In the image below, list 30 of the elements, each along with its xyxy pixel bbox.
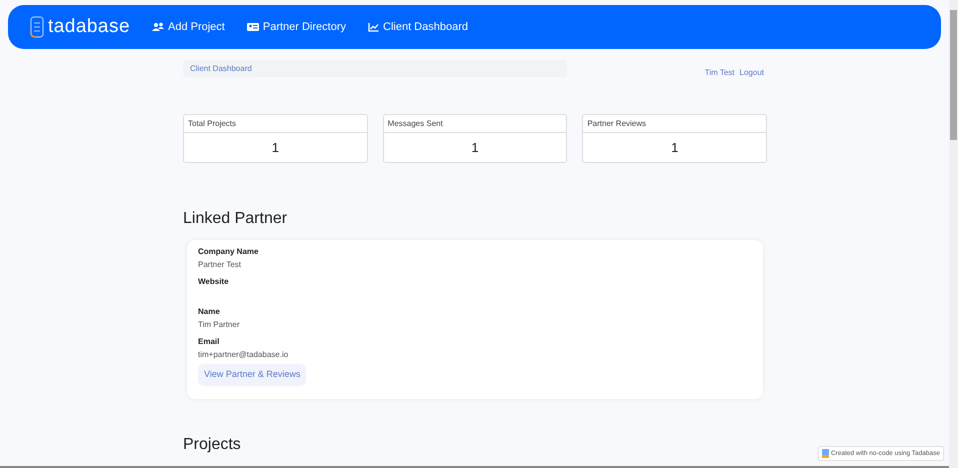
- section-title: Projects: [183, 435, 242, 455]
- view-partner-button[interactable]: View Partner & Reviews: [198, 364, 306, 386]
- field-label: Company Name: [198, 246, 260, 258]
- user-link[interactable]: Logout: [740, 67, 764, 79]
- nav-link[interactable]: Client Dashboard: [368, 18, 468, 36]
- stat-value: 1: [471, 138, 479, 157]
- users-icon: [152, 22, 164, 32]
- section-title: Linked Partner: [183, 209, 288, 229]
- brand-name[interactable]: tadabase: [48, 12, 130, 42]
- scrollbar[interactable]: [949, 0, 958, 468]
- stat-value: 1: [671, 138, 678, 157]
- user-link[interactable]: Tim Test: [704, 67, 735, 79]
- scrollbar-thumb[interactable]: [950, 10, 957, 140]
- stat-label: Partner Reviews: [587, 118, 646, 130]
- nav-link[interactable]: Add Project: [152, 18, 225, 36]
- field-label: Website: [198, 276, 230, 288]
- line-chart-icon: [368, 22, 379, 32]
- stat-value: 1: [272, 138, 279, 157]
- database-logo-icon: [30, 16, 44, 38]
- stat-label: Total Projects: [188, 118, 236, 130]
- id-card-icon: [246, 22, 259, 32]
- breadcrumb-link[interactable]: Client Dashboard: [190, 62, 252, 74]
- field-label: Name: [198, 306, 221, 318]
- field-value: Tim Partner: [198, 319, 240, 331]
- field-value: Partner Test: [198, 259, 242, 271]
- nav-link[interactable]: Partner Directory: [246, 18, 346, 36]
- field-label: Email: [198, 336, 220, 348]
- stat-label: Messages Sent: [388, 118, 443, 130]
- database-icon: [822, 449, 829, 458]
- field-value: tim+partner@tadabase.io: [198, 349, 290, 361]
